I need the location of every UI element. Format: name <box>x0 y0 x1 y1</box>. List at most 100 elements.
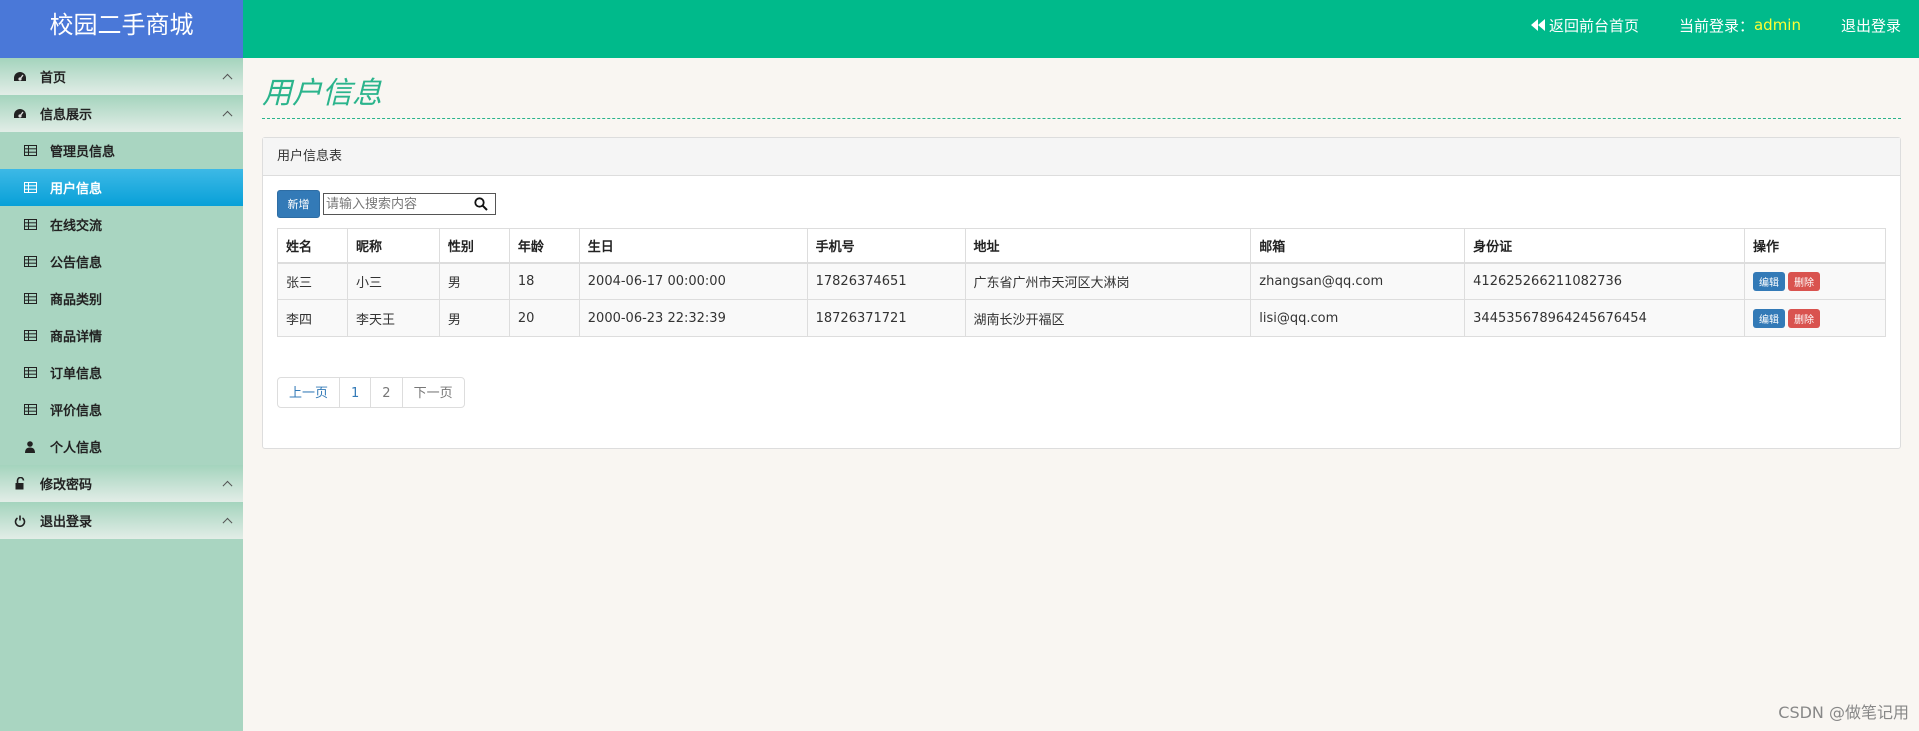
table-cell: 17826374651 <box>806 262 966 300</box>
sidebar-item-1[interactable]: 信息展示 <box>0 95 243 132</box>
main-content: 用户信息 用户信息表 新增 姓名昵称性别年龄生日手机号地址邮箱身份证操作 张三小… <box>262 58 1901 449</box>
sidebar-item-label: 个人信息 <box>50 441 103 456</box>
sidebar-nav: 首页信息展示 管理员信息用户信息在线交流公告信息商品类别商品详情订单信息评价信息个… <box>0 58 243 539</box>
pagination: 上一页 1 2 下一页 <box>277 377 1886 408</box>
watermark: CSDN @做笔记用 <box>1778 703 1909 722</box>
sidebar-item-2[interactable]: 管理员信息 <box>0 132 243 169</box>
action-cell: 编辑 删除 <box>1744 299 1886 337</box>
sidebar-item-9[interactable]: 评价信息 <box>0 391 243 428</box>
sidebar-item-label: 修改密码 <box>40 478 93 493</box>
sidebar-item-10[interactable]: 个人信息 <box>0 428 243 465</box>
table-cell: 18 <box>508 262 580 300</box>
table-header-row: 姓名 昵称 性别 年龄 生日 手机号 地址 邮箱 身份证 操作 <box>277 228 1886 264</box>
sidebar-item-label: 在线交流 <box>50 219 103 234</box>
column-header: 手机号 <box>806 228 966 264</box>
table-icon <box>22 329 38 343</box>
prev-page-button[interactable]: 上一页 <box>277 377 341 408</box>
search-input[interactable] <box>324 194 474 214</box>
table-cell: 湖南长沙开福区 <box>964 299 1252 337</box>
unlock-icon <box>12 477 28 491</box>
panel-body: 新增 姓名昵称性别年龄生日手机号地址邮箱身份证操作 张三小三男182004-06… <box>263 176 1900 422</box>
sidebar-item-3[interactable]: 用户信息 <box>0 169 243 206</box>
add-button[interactable]: 新增 <box>277 190 320 218</box>
table-cell: 小三 <box>346 262 440 300</box>
username: admin <box>1753 16 1801 34</box>
column-header: 昵称 <box>346 228 440 264</box>
chevron-up-icon <box>222 517 233 528</box>
edit-button[interactable]: 编辑 <box>1753 271 1786 291</box>
chevron-up-icon <box>222 73 233 84</box>
table-cell: 男 <box>438 299 510 337</box>
sidebar-item-label: 首页 <box>40 71 67 86</box>
table-cell: 412625266211082736 <box>1464 262 1746 300</box>
table-cell: 广东省广州市天河区大淋岗 <box>964 262 1252 300</box>
chevron-up-icon <box>222 110 233 121</box>
sidebar-item-5[interactable]: 公告信息 <box>0 243 243 280</box>
table-row: 李四 李天王男 20 2000-06-23 22:32:39 18726371721 湖南… <box>277 299 1886 337</box>
backward-icon <box>1530 19 1545 31</box>
current-login: 当前登录： admin <box>1679 15 1801 36</box>
chevron-up-icon <box>222 480 233 491</box>
table-icon <box>22 403 38 417</box>
column-header: 年龄 <box>508 228 580 264</box>
sidebar-item-label: 用户信息 <box>50 182 103 197</box>
top-links: 返回前台首页 当前登录： admin 退出登录 <box>1530 0 1901 50</box>
table-cell: zhangsan@qq.com <box>1250 262 1466 300</box>
sidebar-item-12[interactable]: 退出登录 <box>0 502 243 539</box>
column-header: 姓名 <box>277 228 348 264</box>
login-prefix: 当前登录： <box>1678 16 1754 35</box>
sidebar-item-label: 商品类别 <box>50 293 103 308</box>
sidebar-item-6[interactable]: 商品类别 <box>0 280 243 317</box>
column-header: 身份证 <box>1464 228 1746 264</box>
sidebar-item-8[interactable]: 订单信息 <box>0 354 243 391</box>
table-cell: 男 <box>438 262 510 300</box>
power-icon <box>12 514 28 528</box>
delete-button[interactable]: 删除 <box>1788 308 1821 328</box>
dashboard-icon <box>12 70 28 84</box>
column-header: 地址 <box>964 228 1252 264</box>
table-cell: 2004-06-17 00:00:00 <box>578 262 808 300</box>
panel-title: 用户信息表 <box>263 138 1900 176</box>
page-button-2[interactable]: 2 <box>370 377 403 408</box>
page-title: 用户信息 <box>262 76 382 111</box>
toolbar: 新增 <box>277 190 1886 218</box>
table-cell: 李天王 <box>346 299 440 337</box>
table-icon <box>22 218 38 232</box>
back-to-home-link[interactable]: 返回前台首页 <box>1530 15 1639 36</box>
table-icon <box>22 181 38 195</box>
sidebar-item-7[interactable]: 商品详情 <box>0 317 243 354</box>
sidebar-item-label: 公告信息 <box>50 256 103 271</box>
back-to-home-label: 返回前台首页 <box>1548 16 1639 35</box>
sidebar-item-4[interactable]: 在线交流 <box>0 206 243 243</box>
table-icon <box>22 292 38 306</box>
delete-button[interactable]: 删除 <box>1788 271 1821 291</box>
sidebar-item-11[interactable]: 修改密码 <box>0 465 243 502</box>
next-page-button[interactable]: 下一页 <box>401 377 465 408</box>
sidebar: 校园二手商城 首页信息展示 管理员信息用户信息在线交流公告信息商品类别商品详情订单… <box>0 0 243 731</box>
search-box <box>323 193 496 215</box>
search-icon[interactable] <box>474 197 488 211</box>
logout-link[interactable]: 退出登录 <box>1841 15 1901 36</box>
user-icon <box>22 440 38 454</box>
action-cell: 编辑 删除 <box>1744 262 1886 300</box>
column-header: 邮箱 <box>1250 228 1466 264</box>
table-cell: 18726371721 <box>806 299 966 337</box>
sidebar-item-label: 退出登录 <box>40 515 93 530</box>
page-button-1[interactable]: 1 <box>339 377 372 408</box>
sidebar-item-label: 评价信息 <box>50 404 103 419</box>
sidebar-item-0[interactable]: 首页 <box>0 58 243 95</box>
edit-button[interactable]: 编辑 <box>1753 308 1786 328</box>
column-header: 操作 <box>1744 228 1886 264</box>
table-cell: 李四 <box>277 299 348 337</box>
table-icon <box>22 255 38 269</box>
table-icon <box>22 366 38 380</box>
app-title: 校园二手商城 <box>0 0 243 58</box>
sidebar-item-label: 订单信息 <box>50 367 103 382</box>
title-divider <box>262 118 1901 119</box>
table-body: 张三 小三男 18 2004-06-17 00:00:00 17826374651 广东省… <box>277 262 1886 337</box>
top-bar: 返回前台首页 当前登录： admin 退出登录 <box>243 0 1919 58</box>
table-cell: 20 <box>508 299 580 337</box>
table-cell: 344535678964245676454 <box>1464 299 1746 337</box>
user-table-panel: 用户信息表 新增 姓名昵称性别年龄生日手机号地址邮箱身份证操作 张三小三男182… <box>262 137 1901 449</box>
dashboard-icon <box>12 107 28 121</box>
